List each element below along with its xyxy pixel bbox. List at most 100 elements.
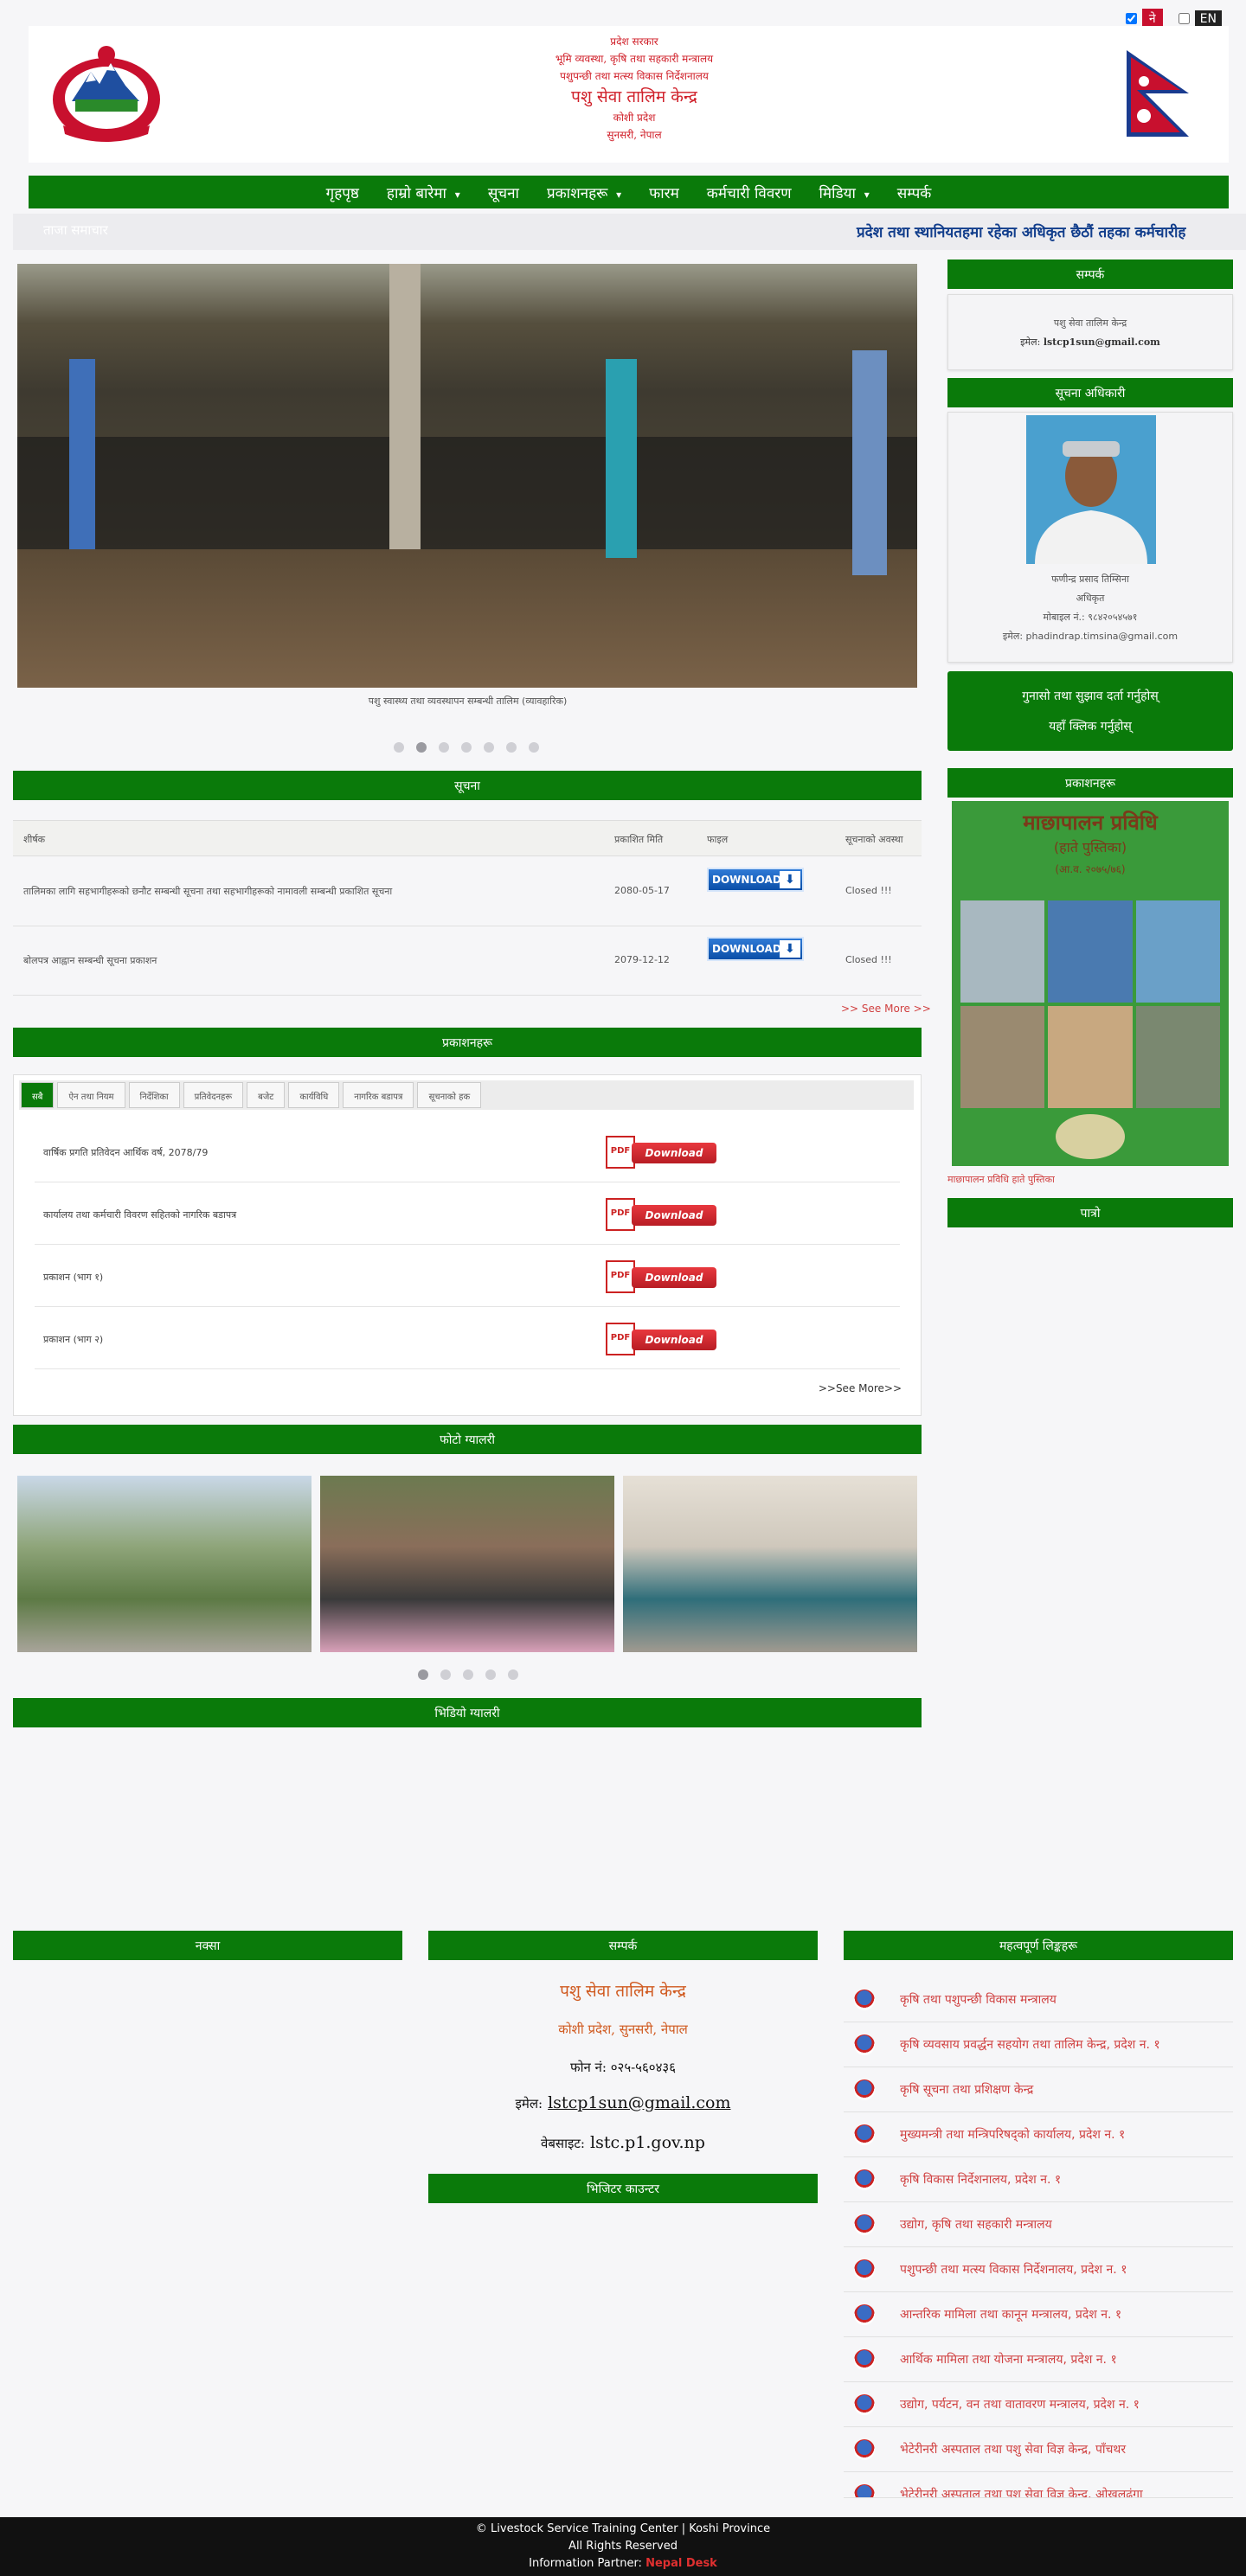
nav-forms[interactable]: फारम <box>649 183 679 202</box>
list-item[interactable]: आर्थिक मामिला तथा योजना मन्त्रालय, प्रदे… <box>844 2337 1233 2382</box>
officer-email[interactable]: इमेल: phadindrap.timsina@gmail.com <box>948 627 1232 646</box>
list-item[interactable]: आन्तरिक मामिला तथा कानून मन्त्रालय, प्रद… <box>844 2292 1233 2337</box>
link-text[interactable]: आन्तरिक मामिला तथा कानून मन्त्रालय, प्रद… <box>900 2306 1121 2323</box>
list-item[interactable]: पशुपन्छी तथा मत्स्य विकास निर्देशनालय, प… <box>844 2247 1233 2292</box>
gallery-dot[interactable] <box>440 1669 451 1680</box>
publication-title[interactable]: प्रकाशन (भाग १) <box>43 1271 103 1284</box>
tab-right-to-info[interactable]: सूचनाको हक <box>417 1082 482 1108</box>
gallery-dot[interactable] <box>508 1669 518 1680</box>
pdf-download-button[interactable]: PDF Download <box>606 1260 718 1293</box>
slider-dot[interactable] <box>439 742 449 753</box>
website-link[interactable]: lstc.p1.gov.np <box>590 2133 705 2152</box>
slider-dot[interactable] <box>461 742 472 753</box>
footer-email-link[interactable]: lstcp1sun@gmail.com <box>548 2093 730 2112</box>
nav-home[interactable]: गृहपृष्ठ <box>326 183 359 202</box>
list-item: कार्यालय तथा कर्मचारी विवरण सहितको नागरि… <box>35 1182 900 1245</box>
phone-label: फोन नं: <box>570 2060 607 2075</box>
ticker-text[interactable]: प्रदेश तथा स्थानियतहमा रहेका अधिकृत छैठौ… <box>857 221 1185 241</box>
tab-reports[interactable]: प्रतिवेदनहरू <box>183 1082 244 1108</box>
slider-dot[interactable] <box>394 742 404 753</box>
email-label: इमेल: <box>1020 336 1041 348</box>
nav-contact[interactable]: सम्पर्क <box>897 183 932 202</box>
pdf-icon: PDF <box>606 1260 635 1293</box>
gallery-photo[interactable] <box>17 1476 312 1652</box>
nepali-checkbox[interactable] <box>1125 13 1137 24</box>
link-text[interactable]: उद्योग, पर्यटन, वन तथा वातावरण मन्त्रालय… <box>900 2396 1140 2413</box>
footer-address: कोशी प्रदेश, सुनसरी, नेपाल <box>558 2022 688 2037</box>
english-language-button[interactable]: EN <box>1194 10 1222 28</box>
header-line-ministry: भूमि व्यवस्था, कृषि तथा सहकारी मन्त्रालय <box>555 53 714 65</box>
link-text[interactable]: आर्थिक मामिला तथा योजना मन्त्रालय, प्रदे… <box>900 2351 1117 2368</box>
tab-budget[interactable]: बजेट <box>247 1082 286 1108</box>
pdf-download-button[interactable]: PDF Download <box>606 1323 718 1355</box>
nav-publications[interactable]: प्रकाशनहरू <box>547 183 621 202</box>
nav-notices[interactable]: सूचना <box>488 183 519 202</box>
list-item[interactable]: कृषि तथा पशुपन्छी विकास मन्त्रालय <box>844 1977 1233 2022</box>
list-item[interactable]: कृषि व्यवसाय प्रवर्द्धन सहयोग तथा तालिम … <box>844 2022 1233 2067</box>
slider-image[interactable] <box>17 264 917 688</box>
officer-name: फणीन्द्र प्रसाद तिम्सिना <box>1051 574 1129 585</box>
gallery-dot[interactable] <box>485 1669 496 1680</box>
publications-see-more-link[interactable]: >>See More>> <box>819 1382 902 1394</box>
pdf-download-label: Download <box>632 1267 716 1288</box>
footer-email: इमेल: lstcp1sun@gmail.com <box>428 2093 818 2112</box>
english-checkbox[interactable] <box>1178 13 1190 24</box>
partner-link[interactable]: Nepal Desk <box>645 2557 717 2570</box>
news-ticker: ताजा समाचार प्रदेश तथा स्थानियतहमा रहेका… <box>13 214 1246 250</box>
book-cover[interactable]: माछापालन प्रविधि (हाते पुस्तिका) (आ.व. २… <box>952 801 1229 1166</box>
link-text[interactable]: भेटेरीनरी अस्पताल तथा पशु सेवा विज्ञ केन… <box>900 2486 1143 2497</box>
publication-title[interactable]: कार्यालय तथा कर्मचारी विवरण सहितको नागरि… <box>43 1208 236 1221</box>
tab-acts[interactable]: ऐन तथा नियम <box>57 1082 125 1108</box>
link-text[interactable]: मुख्यमन्त्री तथा मन्त्रिपरिषद्को कार्याल… <box>900 2126 1125 2143</box>
list-item[interactable]: मुख्यमन्त्री तथा मन्त्रिपरिषद्को कार्याल… <box>844 2112 1233 2157</box>
slider-dot[interactable] <box>484 742 494 753</box>
list-item[interactable]: भेटेरीनरी अस्पताल तथा पशु सेवा विज्ञ केन… <box>844 2427 1233 2472</box>
tab-all[interactable]: सबै <box>21 1082 55 1108</box>
link-text[interactable]: कृषि विकास निर्देशनालय, प्रदेश न. १ <box>900 2171 1061 2188</box>
download-button[interactable]: DOWNLOAD ⬇ <box>707 937 804 961</box>
gallery-dot-active[interactable] <box>418 1669 428 1680</box>
notice-title[interactable]: तालिमका लागि सहभागीहरूको छनौट सम्बन्धी स… <box>23 885 392 898</box>
contact-box: पशु सेवा तालिम केन्द्र इमेल: lstcp1sun@g… <box>947 294 1233 370</box>
link-text[interactable]: कृषि व्यवसाय प्रवर्द्धन सहयोग तथा तालिम … <box>900 2036 1160 2053</box>
pdf-icon: PDF <box>606 1323 635 1355</box>
pdf-download-button[interactable]: PDF Download <box>606 1198 718 1231</box>
nav-media[interactable]: मिडिया <box>819 183 870 202</box>
slider-dot[interactable] <box>529 742 539 753</box>
link-text[interactable]: उद्योग, कृषि तथा सहकारी मन्त्रालय <box>900 2216 1052 2233</box>
gallery-heading: फोटो ग्यालरी <box>13 1425 922 1454</box>
list-item[interactable]: भेटेरीनरी अस्पताल तथा पशु सेवा विज्ञ केन… <box>844 2472 1233 2498</box>
book-link[interactable]: माछापालन प्रविधि हाते पुस्तिका <box>947 1173 1055 1186</box>
nav-about[interactable]: हाम्रो बारेमा <box>387 183 460 202</box>
pdf-download-button[interactable]: PDF Download <box>606 1136 718 1169</box>
tab-citizen-charter[interactable]: नागरिक बडापत्र <box>343 1082 414 1108</box>
publication-title[interactable]: प्रकाशन (भाग २) <box>43 1333 103 1346</box>
contact-office: पशु सेवा तालिम केन्द्र <box>1053 317 1127 329</box>
download-button[interactable]: DOWNLOAD ⬇ <box>707 868 804 892</box>
tab-guidelines[interactable]: निर्देशिका <box>128 1082 180 1108</box>
map-heading: नक्सा <box>13 1931 402 1960</box>
list-item[interactable]: कृषि सूचना तथा प्रशिक्षण केन्द्र <box>844 2067 1233 2112</box>
gallery-dot[interactable] <box>463 1669 473 1680</box>
list-item[interactable]: उद्योग, कृषि तथा सहकारी मन्त्रालय <box>844 2202 1233 2247</box>
publication-title[interactable]: वार्षिक प्रगति प्रतिवेदन आर्थिक वर्ष, 20… <box>43 1146 208 1159</box>
gallery-photo[interactable] <box>623 1476 917 1652</box>
link-text[interactable]: पशुपन्छी तथा मत्स्य विकास निर्देशनालय, प… <box>900 2261 1127 2278</box>
link-text[interactable]: कृषि सूचना तथा प्रशिक्षण केन्द्र <box>900 2081 1033 2098</box>
list-item[interactable]: कृषि विकास निर्देशनालय, प्रदेश न. १ <box>844 2157 1233 2202</box>
emblem-icon <box>854 2169 875 2190</box>
notice-title[interactable]: बोलपत्र आह्वान सम्बन्धी सूचना प्रकाशन <box>23 954 157 967</box>
slider-dot-active[interactable] <box>416 742 427 753</box>
link-text[interactable]: भेटेरीनरी अस्पताल तथा पशु सेवा विज्ञ केन… <box>900 2441 1126 2457</box>
list-item[interactable]: उद्योग, पर्यटन, वन तथा वातावरण मन्त्रालय… <box>844 2382 1233 2427</box>
slider-dot[interactable] <box>506 742 517 753</box>
notices-see-more-link[interactable]: >> See More >> <box>841 1003 931 1015</box>
nav-staff[interactable]: कर्मचारी विवरण <box>707 183 792 202</box>
calendar-heading: पात्रो <box>947 1198 1233 1227</box>
link-text[interactable]: कृषि तथा पशुपन्छी विकास मन्त्रालय <box>900 1991 1057 2008</box>
important-links-heading: महत्वपूर्ण लिङ्कहरू <box>844 1931 1233 1960</box>
tab-procedures[interactable]: कार्यविधि <box>288 1082 340 1108</box>
gallery-photo[interactable] <box>320 1476 614 1652</box>
contact-email[interactable]: lstcp1sun@gmail.com <box>1044 336 1160 348</box>
grievance-portal-button[interactable]: गुनासो तथा सुझाव दर्ता गर्नुहोस् यहाँ क्… <box>947 671 1233 751</box>
